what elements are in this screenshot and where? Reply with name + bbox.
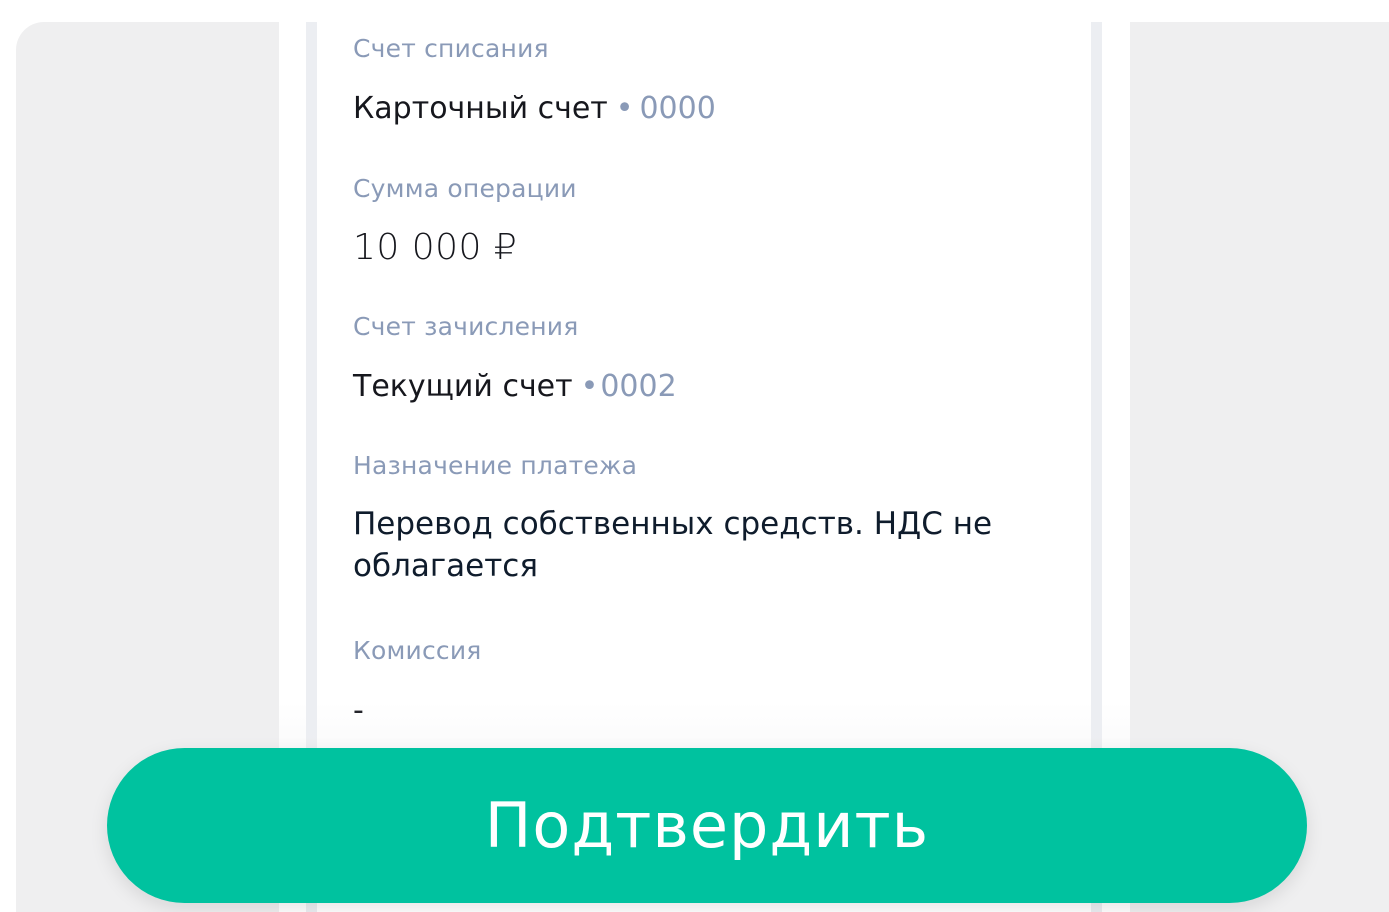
- debit-account-separator: •: [615, 91, 634, 126]
- commission-field: Комиссия -: [353, 634, 1071, 732]
- credit-account-name: Текущий счет: [353, 369, 573, 404]
- purpose-label: Назначение платежа: [353, 451, 638, 480]
- debit-account-value: Карточный счет • 0000: [353, 88, 1071, 130]
- credit-account-number: 0002: [600, 369, 677, 404]
- purpose-field: Назначение платежа Перевод собственных с…: [353, 449, 1071, 587]
- debit-account-number: 0000: [639, 91, 716, 126]
- commission-label: Комиссия: [353, 636, 482, 665]
- commission-value: -: [353, 693, 364, 728]
- amount-value: 10 000 ₽: [353, 227, 518, 268]
- credit-account-value: Текущий счет •0002: [353, 366, 1071, 408]
- credit-account-separator: •: [580, 369, 599, 404]
- amount-field: Сумма операции 10 000 ₽: [353, 172, 1071, 270]
- credit-account-label: Счет зачисления: [353, 312, 579, 341]
- debit-account-field: Счет списания Карточный счет • 0000: [353, 32, 1071, 130]
- credit-account-field: Счет зачисления Текущий счет •0002: [353, 310, 1071, 408]
- confirm-button[interactable]: Подтвердить: [107, 748, 1307, 903]
- amount-label: Сумма операции: [353, 174, 577, 203]
- debit-account-name: Карточный счет: [353, 91, 608, 126]
- debit-account-label: Счет списания: [353, 34, 549, 63]
- purpose-value: Перевод собственных средств. НДС не обла…: [353, 506, 993, 584]
